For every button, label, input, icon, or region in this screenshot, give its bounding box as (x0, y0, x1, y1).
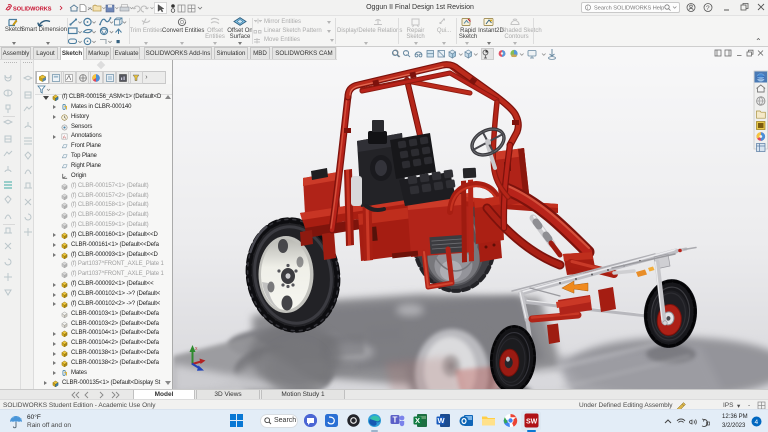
svg-text:W: W (438, 416, 446, 425)
svg-text:X: X (415, 416, 420, 425)
svg-text:4: 4 (755, 419, 759, 426)
svg-text:Search SOLIDWORKS Help: Search SOLIDWORKS Help (594, 5, 664, 11)
svg-text:T: T (393, 416, 398, 425)
svg-text:?: ? (706, 5, 710, 12)
svg-text:SW: SW (526, 419, 538, 426)
svg-text:i: i (587, 6, 588, 12)
svg-text:SOLIDWORKS: SOLIDWORKS (13, 7, 52, 13)
